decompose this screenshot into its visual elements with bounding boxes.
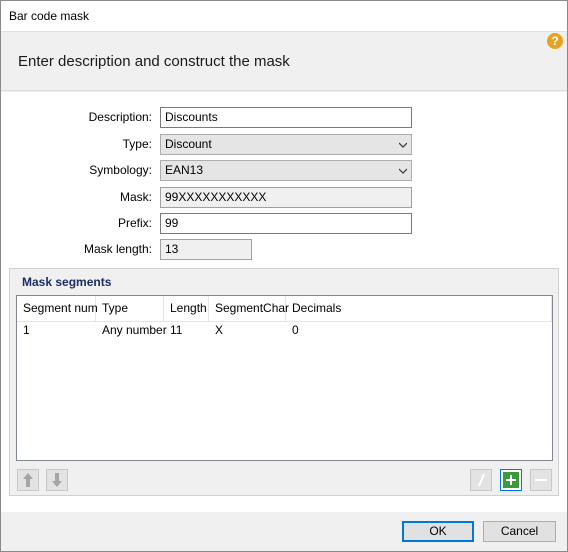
symbology-value: EAN13 bbox=[165, 163, 204, 177]
column-header-segmentchar[interactable]: SegmentChar bbox=[209, 296, 289, 321]
type-label: Type: bbox=[122, 137, 152, 151]
edit-segment-button[interactable] bbox=[470, 469, 492, 491]
column-header-type[interactable]: Type bbox=[96, 296, 164, 321]
move-down-icon bbox=[52, 473, 62, 487]
help-icon[interactable]: ? bbox=[547, 33, 563, 49]
grid-header-divider bbox=[17, 321, 552, 322]
remove-segment-button[interactable] bbox=[530, 469, 552, 491]
column-header-decimals[interactable]: Decimals bbox=[286, 296, 552, 321]
column-header-length[interactable]: Length bbox=[164, 296, 209, 321]
prefix-input[interactable]: 99 bbox=[160, 213, 412, 234]
description-input[interactable]: Discounts bbox=[160, 107, 412, 128]
cell-decimals[interactable]: 0 bbox=[286, 323, 299, 337]
mask-field: 99XXXXXXXXXXX bbox=[160, 187, 412, 208]
edit-icon bbox=[478, 473, 485, 487]
prefix-label: Prefix: bbox=[117, 216, 152, 230]
dropdown-arrow-icon bbox=[399, 142, 407, 148]
type-value: Discount bbox=[165, 137, 212, 151]
symbology-label: Symbology: bbox=[89, 163, 152, 177]
window-title: Bar code mask bbox=[9, 9, 90, 23]
move-up-icon bbox=[23, 473, 33, 487]
mask-length-label: Mask length: bbox=[83, 242, 152, 256]
cell-type[interactable]: Any number bbox=[96, 323, 167, 337]
symbology-select[interactable]: EAN13 bbox=[160, 160, 412, 181]
cancel-button[interactable]: Cancel bbox=[483, 521, 556, 542]
description-label: Description: bbox=[88, 110, 152, 124]
ok-button[interactable]: OK bbox=[402, 521, 474, 542]
mask-segments-title: Mask segments bbox=[22, 275, 112, 289]
move-up-button[interactable] bbox=[17, 469, 39, 491]
mask-length-field: 13 bbox=[160, 239, 252, 260]
column-header-segment-num[interactable]: Segment num bbox=[17, 296, 98, 321]
mask-label: Mask: bbox=[119, 190, 152, 204]
page-heading: Enter description and construct the mask bbox=[18, 53, 290, 70]
cell-segmentchar[interactable]: X bbox=[209, 323, 223, 337]
add-segment-button[interactable] bbox=[500, 469, 522, 491]
dropdown-arrow-icon bbox=[399, 168, 407, 174]
cell-segment-num[interactable]: 1 bbox=[17, 323, 30, 337]
remove-icon bbox=[535, 479, 547, 481]
move-down-button[interactable] bbox=[46, 469, 68, 491]
add-icon bbox=[503, 472, 519, 488]
type-select[interactable]: Discount bbox=[160, 134, 412, 155]
cell-length[interactable]: 11 bbox=[164, 323, 182, 337]
